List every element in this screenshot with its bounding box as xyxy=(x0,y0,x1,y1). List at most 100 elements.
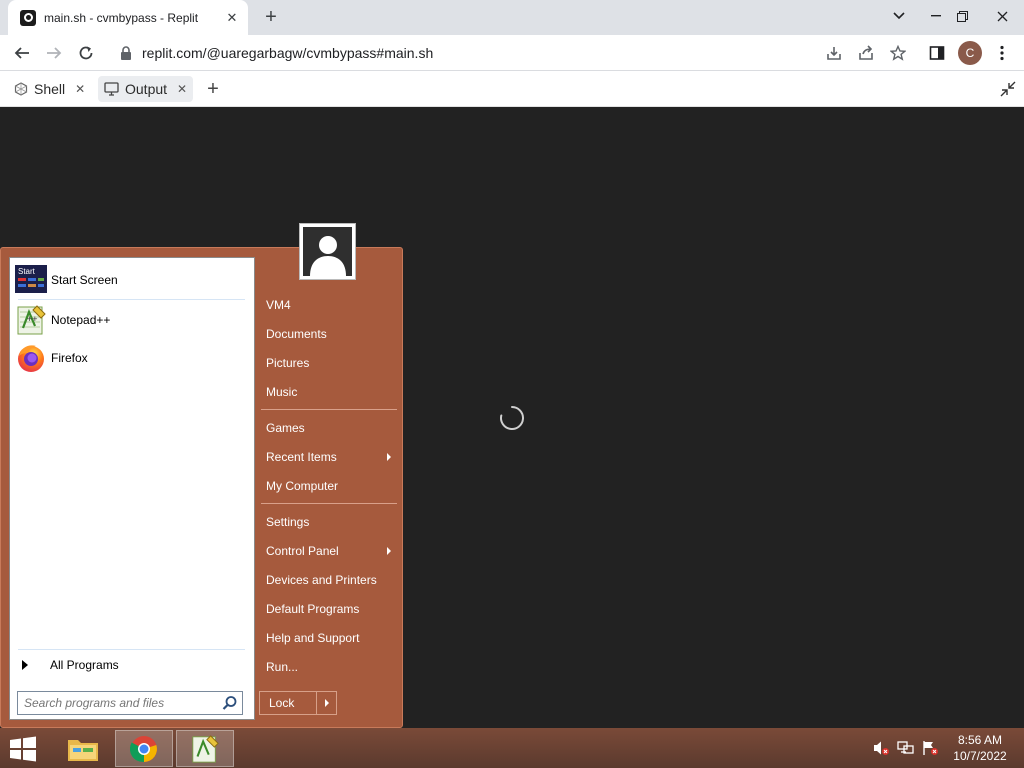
link-my-computer-label: My Computer xyxy=(266,479,339,493)
clock-date: 10/7/2022 xyxy=(953,749,1007,763)
all-programs-button[interactable]: All Programs xyxy=(16,654,246,676)
link-help-label: Help and Support xyxy=(266,631,360,645)
link-default-programs[interactable]: Default Programs xyxy=(259,596,399,622)
browser-tab[interactable]: main.sh - cvmbypass - Replit ✕ xyxy=(8,0,248,35)
replit-tab-strip: Shell ✕ Output ✕ xyxy=(0,71,1024,107)
svg-text:++: ++ xyxy=(27,314,38,324)
user-account-picture[interactable] xyxy=(299,223,356,280)
link-help-and-support[interactable]: Help and Support xyxy=(259,625,399,651)
start-search-input[interactable] xyxy=(24,696,221,710)
tab-shell[interactable]: Shell ✕ xyxy=(8,76,91,102)
link-vm4-label: VM4 xyxy=(266,298,291,312)
link-pictures-label: Pictures xyxy=(266,356,310,370)
link-games[interactable]: Games xyxy=(259,415,399,441)
start-menu-programs-pane: Start Start Screen ++ Notepad++ Firefox … xyxy=(9,257,255,720)
loading-spinner-icon xyxy=(500,406,524,430)
browser-tab-title: main.sh - cvmbypass - Replit xyxy=(44,10,199,25)
expand-arrow-icon xyxy=(22,660,28,670)
link-devices-label: Devices and Printers xyxy=(266,573,377,587)
link-games-label: Games xyxy=(266,421,305,435)
taskbar-clock[interactable]: 8:56 AM 10/7/2022 xyxy=(942,732,1018,764)
taskbar-chrome[interactable] xyxy=(115,730,173,767)
link-settings-label: Settings xyxy=(266,515,310,529)
all-programs-label: All Programs xyxy=(50,658,119,672)
link-devices-and-printers[interactable]: Devices and Printers xyxy=(259,567,399,593)
link-vm4[interactable]: VM4 xyxy=(259,292,399,318)
taskbar: 8:56 AM 10/7/2022 xyxy=(0,728,1024,768)
clock-time: 8:56 AM xyxy=(957,733,1003,747)
notepad-plus-plus-item[interactable]: ++ Notepad++ xyxy=(15,302,247,338)
search-icon[interactable] xyxy=(221,694,239,712)
tab-shell-label: Shell xyxy=(34,81,66,97)
browser-titlebar: main.sh - cvmbypass - Replit ✕ + xyxy=(0,0,1024,35)
link-settings[interactable]: Settings xyxy=(259,509,399,535)
firefox-label: Firefox xyxy=(51,351,88,365)
share-icon[interactable] xyxy=(852,39,880,67)
chrome-icon xyxy=(130,735,157,762)
new-tab-button[interactable]: + xyxy=(259,5,283,29)
notepad-plus-plus-label: Notepad++ xyxy=(51,313,111,327)
folder-icon xyxy=(68,739,98,761)
link-my-computer[interactable]: My Computer xyxy=(259,473,399,499)
links-separator xyxy=(261,503,397,504)
lock-options-arrow-icon[interactable] xyxy=(316,692,336,714)
firefox-item[interactable]: Firefox xyxy=(15,340,247,376)
start-menu: Start Start Screen ++ Notepad++ Firefox … xyxy=(0,247,403,728)
taskbar-notepad-plus-plus[interactable] xyxy=(176,730,234,767)
forward-button[interactable] xyxy=(40,39,68,67)
link-control-panel[interactable]: Control Panel xyxy=(259,538,399,564)
back-button[interactable] xyxy=(8,39,36,67)
link-recent-items[interactable]: Recent Items xyxy=(259,444,399,470)
link-pictures[interactable]: Pictures xyxy=(259,350,399,376)
start-menu-links-pane: VM4 Documents Pictures Music Games Recen… xyxy=(259,248,401,728)
minimize-pane-icon[interactable] xyxy=(998,79,1018,99)
url-text: replit.com/@uaregarbagw/cvmbypass#main.s… xyxy=(142,45,434,61)
close-output-tab-icon[interactable]: ✕ xyxy=(177,82,187,96)
links-separator xyxy=(261,409,397,410)
link-run-label: Run... xyxy=(266,660,299,674)
network-icon[interactable] xyxy=(897,740,915,756)
close-shell-tab-icon[interactable]: ✕ xyxy=(75,82,85,96)
reload-button[interactable] xyxy=(72,39,100,67)
link-run[interactable]: Run... xyxy=(259,654,399,680)
submenu-arrow-icon xyxy=(387,453,391,461)
start-screen-label: Start Screen xyxy=(51,273,118,287)
close-window-button[interactable] xyxy=(986,0,1018,32)
profile-avatar[interactable]: C xyxy=(958,41,982,65)
link-control-panel-label: Control Panel xyxy=(266,544,339,558)
link-music-label: Music xyxy=(266,385,298,399)
start-tile-text: Start xyxy=(18,267,36,276)
add-tab-button[interactable]: + xyxy=(203,77,223,101)
side-panel-icon[interactable] xyxy=(923,39,951,67)
lock-icon xyxy=(121,46,131,60)
tab-close-icon[interactable]: ✕ xyxy=(224,10,240,26)
action-center-flag-icon[interactable] xyxy=(921,740,939,756)
tab-search-chevron-icon[interactable] xyxy=(883,0,915,32)
start-screen-item[interactable]: Start Start Screen xyxy=(15,262,247,298)
browser-menu-icon[interactable] xyxy=(988,39,1016,67)
start-screen-icon: Start xyxy=(15,264,47,296)
bookmark-star-icon[interactable] xyxy=(884,39,912,67)
link-documents-label: Documents xyxy=(266,327,327,341)
install-app-icon[interactable] xyxy=(820,39,848,67)
address-bar[interactable]: replit.com/@uaregarbagw/cvmbypass#main.s… xyxy=(108,39,916,67)
all-programs-separator xyxy=(18,649,245,650)
firefox-icon xyxy=(15,342,47,374)
submenu-arrow-icon xyxy=(387,547,391,555)
tab-output-label: Output xyxy=(125,81,168,97)
monitor-icon xyxy=(104,82,119,96)
link-documents[interactable]: Documents xyxy=(259,321,399,347)
user-avatar-icon xyxy=(303,227,352,276)
taskbar-file-explorer[interactable] xyxy=(54,730,112,767)
windows-start-icon[interactable] xyxy=(8,736,38,762)
shell-icon xyxy=(14,82,28,96)
notepad-plus-plus-icon: ++ xyxy=(15,304,47,336)
link-default-programs-label: Default Programs xyxy=(266,602,360,616)
restore-button[interactable] xyxy=(946,0,978,32)
start-search-box[interactable] xyxy=(17,691,243,715)
tab-output[interactable]: Output ✕ xyxy=(98,76,194,102)
notepad-plus-plus-taskbar-icon xyxy=(192,734,219,763)
link-music[interactable]: Music xyxy=(259,379,399,405)
lock-button[interactable]: Lock xyxy=(259,691,337,715)
volume-muted-icon[interactable] xyxy=(872,740,890,756)
